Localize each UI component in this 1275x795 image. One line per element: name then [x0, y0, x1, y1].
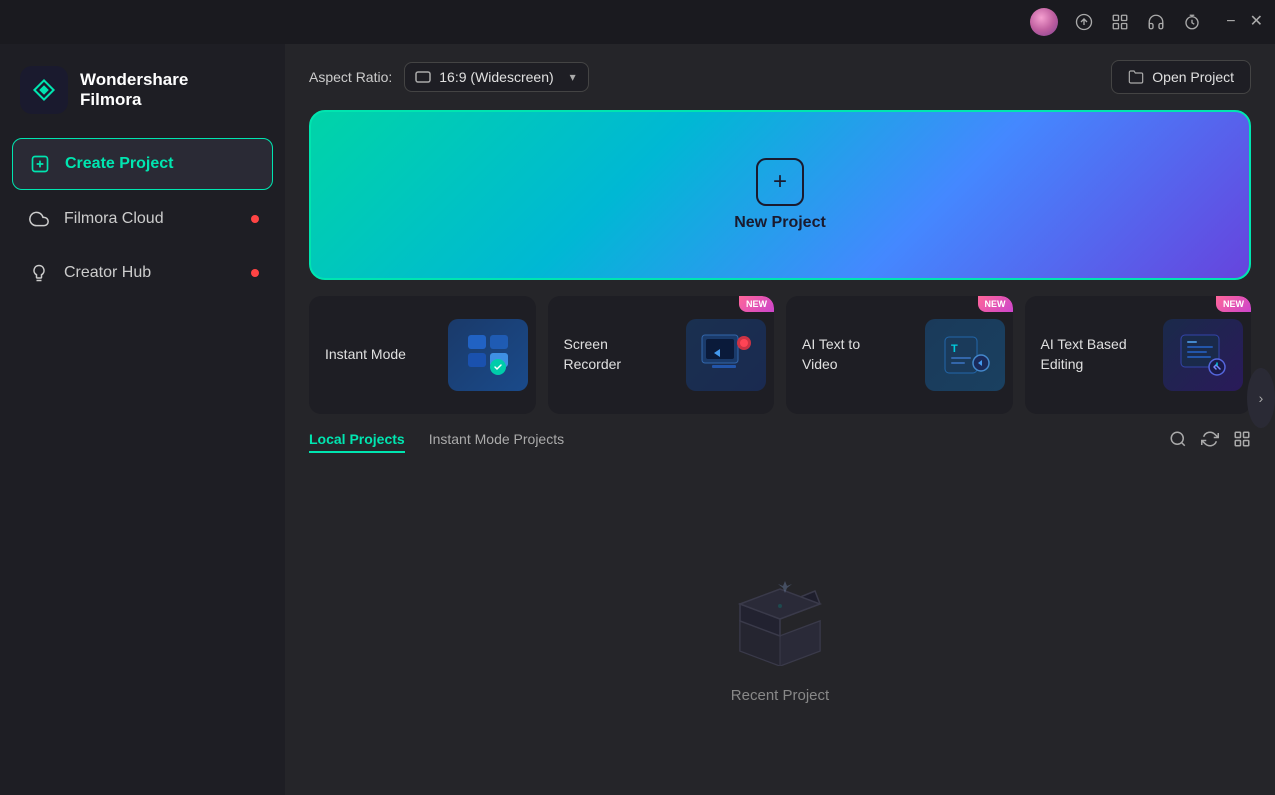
- cloud-icon: [28, 208, 50, 230]
- open-project-label: Open Project: [1152, 69, 1234, 85]
- search-icon[interactable]: [1169, 430, 1187, 453]
- ai-text-to-video-label: AI Text to Video: [802, 335, 892, 374]
- ai-text-based-editing-illustration: [1163, 319, 1243, 391]
- instant-mode-illustration: [448, 319, 528, 391]
- title-bar: − ✕: [0, 0, 1275, 44]
- refresh-icon[interactable]: [1201, 430, 1219, 453]
- tabs-left: Local Projects Instant Mode Projects: [309, 431, 564, 453]
- sidebar-item-label: Filmora Cloud: [64, 210, 164, 228]
- projects-tabs: Local Projects Instant Mode Projects: [309, 430, 1251, 453]
- tab-local-projects[interactable]: Local Projects: [309, 431, 405, 453]
- new-badge: NEW: [1216, 296, 1251, 312]
- sidebar-item-create-project[interactable]: Create Project: [12, 138, 273, 190]
- top-bar: Aspect Ratio: 16:9 (Widescreen) ▾ Open P…: [285, 44, 1275, 110]
- sidebar-nav: Create Project Filmora Cloud: [0, 138, 285, 298]
- sidebar: Wondershare Filmora Create Project: [0, 44, 285, 795]
- empty-state: Recent Project: [309, 469, 1251, 795]
- empty-box-icon: [715, 561, 845, 671]
- new-project-plus-icon: +: [756, 158, 804, 206]
- close-button[interactable]: ✕: [1250, 14, 1263, 30]
- aspect-ratio-value: 16:9 (Widescreen): [439, 69, 553, 85]
- scroll-right-button[interactable]: ›: [1247, 368, 1275, 428]
- new-badge: NEW: [739, 296, 774, 312]
- screen-recorder-label: Screen Recorder: [564, 335, 654, 374]
- user-avatar[interactable]: [1030, 8, 1058, 36]
- content-area: Aspect Ratio: 16:9 (Widescreen) ▾ Open P…: [285, 44, 1275, 795]
- screen-recorder-card[interactable]: NEW Screen Recorder: [548, 296, 775, 414]
- sidebar-item-creator-hub[interactable]: Creator Hub: [12, 248, 273, 298]
- sidebar-item-label: Creator Hub: [64, 264, 151, 282]
- notification-dot: [251, 269, 259, 277]
- upload-icon[interactable]: [1074, 12, 1094, 32]
- ai-text-based-editing-label: AI Text Based Editing: [1041, 335, 1131, 374]
- window-controls: − ✕: [1226, 14, 1263, 30]
- grid-icon[interactable]: [1110, 12, 1130, 32]
- notification-dot: [251, 215, 259, 223]
- plus-square-icon: [29, 153, 51, 175]
- lightbulb-icon: [28, 262, 50, 284]
- aspect-ratio-label: Aspect Ratio:: [309, 69, 392, 85]
- ai-text-to-video-card[interactable]: NEW AI Text to Video T: [786, 296, 1013, 414]
- tabs-right: [1169, 430, 1251, 453]
- svg-text:T: T: [951, 343, 958, 355]
- app-name: Wondershare Filmora: [80, 70, 188, 111]
- mode-cards: Instant Mode NEW Screen Recorder: [285, 280, 1275, 430]
- headphones-icon[interactable]: [1146, 12, 1166, 32]
- new-badge: NEW: [978, 296, 1013, 312]
- logo-icon: [20, 66, 68, 114]
- ai-text-to-video-illustration: T: [925, 319, 1005, 391]
- open-project-button[interactable]: Open Project: [1111, 60, 1251, 94]
- main-layout: Wondershare Filmora Create Project: [0, 44, 1275, 795]
- tab-instant-mode-projects[interactable]: Instant Mode Projects: [429, 431, 564, 453]
- empty-state-label: Recent Project: [731, 687, 829, 704]
- instant-mode-card[interactable]: Instant Mode: [309, 296, 536, 414]
- sidebar-item-filmora-cloud[interactable]: Filmora Cloud: [12, 194, 273, 244]
- app-logo: Wondershare Filmora: [0, 54, 285, 138]
- minimize-button[interactable]: −: [1226, 14, 1235, 30]
- ai-text-based-editing-card[interactable]: NEW AI Text Based Editing: [1025, 296, 1252, 414]
- projects-section: Local Projects Instant Mode Projects: [285, 430, 1275, 795]
- new-project-label: New Project: [734, 214, 826, 232]
- grid-view-icon[interactable]: [1233, 430, 1251, 453]
- screen-recorder-illustration: [686, 319, 766, 391]
- aspect-ratio-section: Aspect Ratio: 16:9 (Widescreen) ▾: [309, 62, 589, 92]
- aspect-ratio-dropdown[interactable]: 16:9 (Widescreen) ▾: [404, 62, 588, 92]
- chevron-down-icon: ▾: [570, 70, 576, 84]
- new-project-banner[interactable]: + New Project: [309, 110, 1251, 280]
- title-bar-icons: − ✕: [1030, 8, 1263, 36]
- sidebar-item-label: Create Project: [65, 155, 174, 173]
- instant-mode-label: Instant Mode: [325, 345, 406, 365]
- timer-icon[interactable]: [1182, 12, 1202, 32]
